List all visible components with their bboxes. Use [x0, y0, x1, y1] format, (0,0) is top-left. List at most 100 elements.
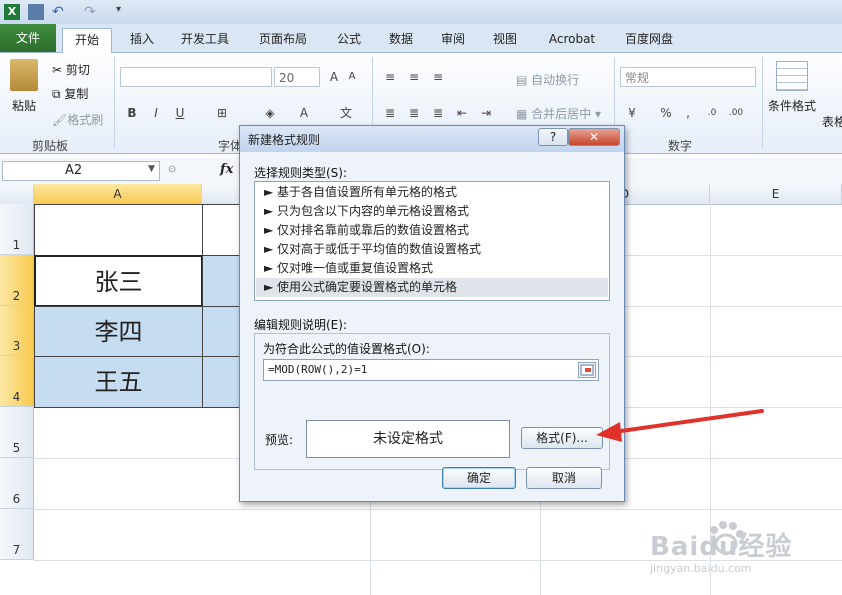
cancel-button[interactable]: 取消 — [526, 467, 602, 489]
cell-b4[interactable] — [202, 356, 242, 408]
fill-color-icon[interactable]: ◈ — [262, 105, 278, 121]
quick-access-toolbar: X ↶ ↷ ▾ — [0, 0, 842, 25]
rule-item[interactable]: ► 基于各自值设置所有单元格的格式 — [256, 183, 608, 202]
rule-item[interactable]: ► 仅对高于或低于平均值的数值设置格式 — [256, 240, 608, 259]
new-formatting-rule-dialog: 新建格式规则 ? ✕ 选择规则类型(S): ► 基于各自值设置所有单元格的格式 … — [239, 125, 625, 502]
column-header-e[interactable]: E — [710, 184, 842, 204]
font-size-combo[interactable]: 20 — [274, 67, 320, 87]
row-header-1[interactable]: 1 — [0, 204, 34, 255]
align-center-icon[interactable]: ≣ — [406, 105, 422, 121]
paste-button[interactable]: 粘贴 — [12, 97, 36, 114]
customize-qat-icon[interactable]: ▾ — [116, 4, 132, 20]
grow-font-icon[interactable]: A — [326, 69, 342, 85]
cell-a3[interactable]: 李四 — [34, 306, 203, 357]
tab-view[interactable]: 视图 — [486, 28, 524, 50]
tab-baidu-netdisk[interactable]: 百度网盘 — [616, 28, 682, 50]
outdent-icon[interactable]: ⇥ — [478, 105, 494, 121]
preview-box: 未设定格式 — [306, 420, 510, 458]
name-box-dropdown-icon[interactable]: ▼ — [148, 164, 155, 174]
cell-a1[interactable] — [34, 204, 203, 256]
close-button[interactable]: ✕ — [568, 128, 620, 146]
row-header-3[interactable]: 3 — [0, 306, 34, 356]
tab-home[interactable]: 开始 — [62, 28, 112, 53]
preview-label: 预览: — [265, 433, 294, 447]
copy-icon: ⧉ — [52, 87, 65, 101]
paste-icon[interactable] — [10, 59, 38, 91]
formula-label: 为符合此公式的值设置格式(O): — [263, 342, 430, 356]
rule-item[interactable]: ► 只为包含以下内容的单元格设置格式 — [256, 202, 608, 221]
ok-button[interactable]: 确定 — [442, 467, 516, 489]
tab-developer[interactable]: 开发工具 — [172, 28, 238, 50]
align-right-icon[interactable]: ≣ — [430, 105, 446, 121]
format-painter-button[interactable]: 🖌格式刷 — [52, 111, 103, 128]
redo-icon[interactable]: ↷ — [84, 4, 100, 20]
tab-review[interactable]: 审阅 — [434, 28, 472, 50]
cell-b3[interactable] — [202, 306, 242, 357]
increase-decimal-icon[interactable]: .0 — [704, 105, 720, 121]
excel-logo-icon[interactable]: X — [4, 4, 20, 20]
formula-input[interactable]: =MOD(ROW(),2)=1 — [263, 359, 599, 381]
scissors-icon: ✂ — [52, 63, 66, 77]
rule-item[interactable]: ► 仅对唯一值或重复值设置格式 — [256, 259, 608, 278]
align-middle-icon[interactable]: ≡ — [406, 69, 422, 85]
currency-icon[interactable]: ¥ — [624, 105, 640, 121]
row-header-5[interactable]: 5 — [0, 407, 34, 458]
tab-acrobat[interactable]: Acrobat — [540, 28, 604, 50]
shrink-font-icon[interactable]: A — [344, 69, 360, 85]
cell-b1[interactable] — [202, 204, 242, 256]
rule-item[interactable]: ► 仅对排名靠前或靠后的数值设置格式 — [256, 221, 608, 240]
indent-icon[interactable]: ⇤ — [454, 105, 470, 121]
cell-b2[interactable] — [202, 255, 242, 307]
undo-icon[interactable]: ↶ — [52, 4, 68, 20]
underline-button[interactable]: U — [172, 105, 188, 121]
rule-item-selected[interactable]: ► 使用公式确定要设置格式的单元格 — [256, 278, 608, 297]
formula-text: =MOD(ROW(),2)=1 — [268, 363, 368, 376]
border-icon[interactable]: ⊞ — [214, 105, 230, 121]
row-header-6[interactable]: 6 — [0, 458, 34, 509]
tab-data[interactable]: 数据 — [382, 28, 420, 50]
range-selector-icon[interactable] — [578, 362, 596, 378]
merge-center-button[interactable]: ▦ 合并后居中 ▾ — [516, 105, 601, 122]
number-format-combo[interactable]: 常规 — [620, 67, 756, 87]
phonetic-icon[interactable]: 文 — [338, 105, 354, 121]
tab-file[interactable]: 文件 — [0, 24, 56, 52]
tab-insert[interactable]: 插入 — [122, 28, 162, 50]
align-top-icon[interactable]: ≡ — [382, 69, 398, 85]
row-header-7[interactable]: 7 — [0, 509, 34, 560]
font-name-combo[interactable] — [120, 67, 272, 87]
copy-button[interactable]: ⧉ 复制 — [52, 85, 88, 102]
row-header-4[interactable]: 4 — [0, 356, 34, 407]
select-all-corner[interactable] — [0, 184, 34, 204]
name-box[interactable]: A2 — [2, 161, 160, 181]
format-as-table-button[interactable]: 表格 — [822, 113, 842, 130]
clipboard-group-label: 剪贴板 — [31, 139, 68, 153]
grid-line — [34, 509, 842, 510]
conditional-format-button[interactable]: 条件格式 — [768, 97, 816, 114]
column-header-a[interactable]: A — [34, 184, 202, 204]
tab-page-layout[interactable]: 页面布局 — [250, 28, 316, 50]
bold-button[interactable]: B — [124, 105, 140, 121]
watermark-url: jingyan.baidu.com — [650, 562, 752, 575]
row-header-2[interactable]: 2 — [0, 255, 34, 306]
dialog-title-bar[interactable]: 新建格式规则 ? ✕ — [240, 126, 624, 152]
cut-button[interactable]: ✂ 剪切 — [52, 61, 90, 78]
conditional-format-icon[interactable] — [776, 61, 808, 91]
decrease-decimal-icon[interactable]: .00 — [728, 105, 744, 121]
align-left-icon[interactable]: ≣ — [382, 105, 398, 121]
insert-function-icon[interactable]: fx — [220, 162, 233, 177]
align-bottom-icon[interactable]: ≡ — [430, 69, 446, 85]
format-button[interactable]: 格式(F)... — [521, 427, 603, 449]
rule-type-list[interactable]: ► 基于各自值设置所有单元格的格式 ► 只为包含以下内容的单元格设置格式 ► 仅… — [254, 181, 610, 301]
wrap-text-button[interactable]: ▤ 自动换行 — [516, 71, 579, 88]
percent-button[interactable]: % — [658, 105, 674, 121]
comma-icon[interactable]: , — [680, 105, 696, 121]
italic-button[interactable]: I — [148, 105, 164, 121]
cell-a2[interactable]: 张三 — [34, 255, 203, 307]
font-color-icon[interactable]: A — [296, 105, 312, 121]
cell-a4[interactable]: 王五 — [34, 356, 203, 408]
help-button[interactable]: ? — [538, 128, 568, 146]
wrap-text-icon: ▤ — [516, 73, 532, 87]
save-icon[interactable] — [28, 4, 44, 20]
select-rule-type-label: 选择规则类型(S): — [254, 166, 348, 180]
tab-formulas[interactable]: 公式 — [330, 28, 368, 50]
